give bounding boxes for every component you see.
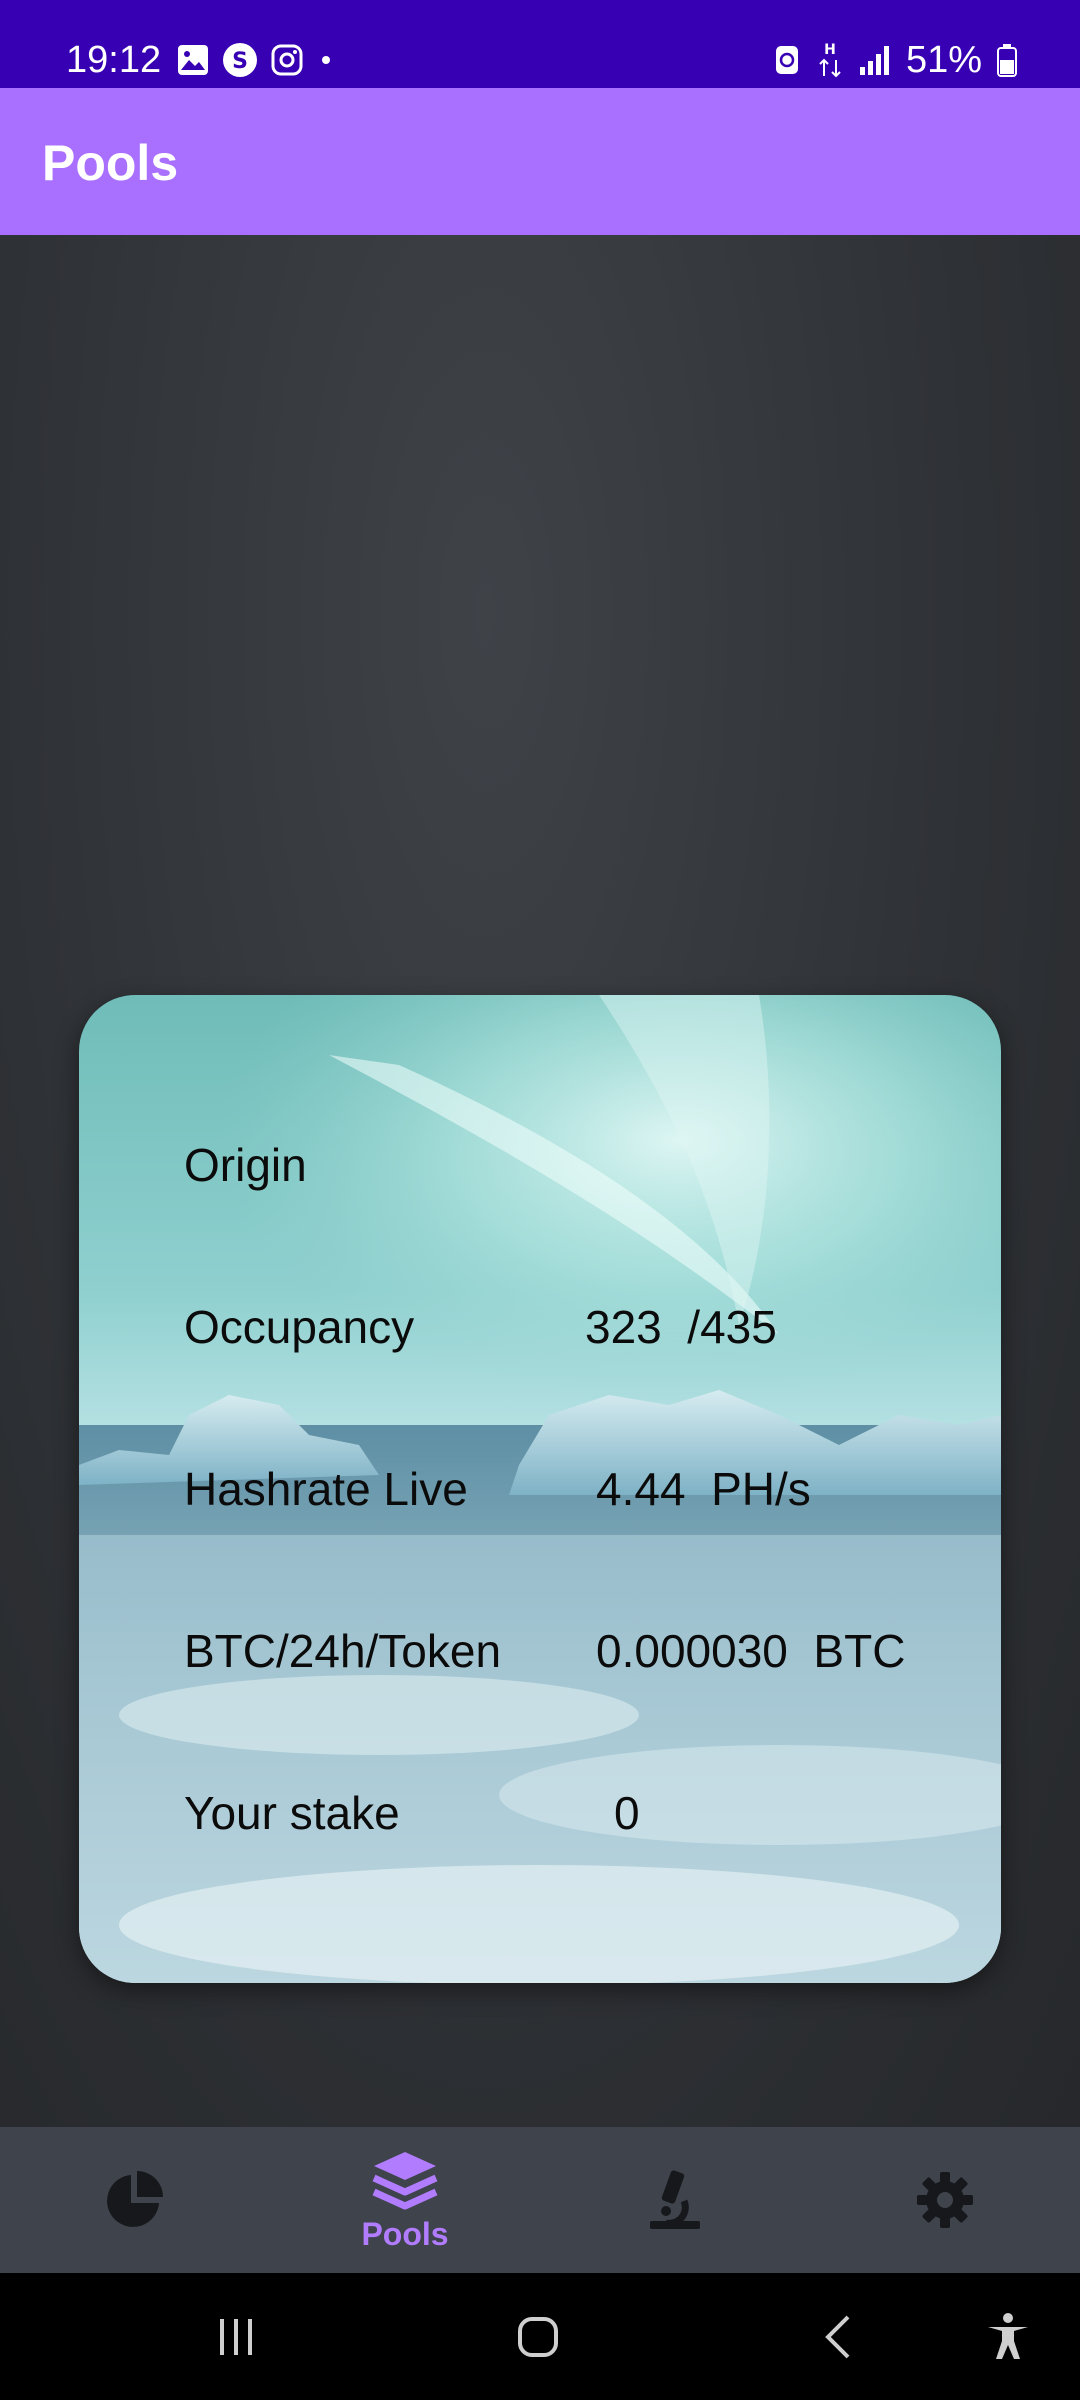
row-occupancy: Occupancy 323 /435 (184, 1297, 984, 1357)
app-bar: Pools (0, 88, 1080, 235)
instagram-icon (271, 44, 303, 76)
hplus-signal-icon: H (819, 42, 841, 78)
dot-icon (322, 56, 330, 64)
status-time: 19:12 (66, 39, 162, 81)
occupancy-label: Occupancy (184, 1301, 415, 1353)
occupancy-value: 323 /435 (585, 1301, 777, 1353)
nav-item-pools[interactable]: Pools (305, 2127, 505, 2273)
home-icon (518, 2317, 558, 2357)
layers-icon (372, 2152, 438, 2210)
nav-item-portfolio[interactable] (34, 2127, 234, 2273)
home-button[interactable] (498, 2297, 578, 2377)
your-stake-label: Your stake (184, 1787, 400, 1839)
status-system-icons: H 51% (772, 38, 1018, 82)
gear-icon (917, 2172, 973, 2228)
system-navigation-bar (0, 2273, 1080, 2400)
nav-item-settings[interactable] (845, 2127, 1045, 2273)
hashrate-value: 4.44 PH/s (596, 1463, 811, 1515)
cell-signal-icon (859, 46, 889, 75)
row-your-stake: Your stake 0 (184, 1783, 984, 1843)
btc-per-token-label: BTC/24h/Token (184, 1625, 502, 1677)
recents-icon (220, 2319, 252, 2355)
row-origin: Origin (184, 1135, 984, 1195)
gallery-icon (178, 45, 208, 75)
accessibility-button[interactable] (968, 2297, 1048, 2377)
svg-text:H: H (824, 42, 836, 58)
svg-text:S: S (232, 49, 248, 74)
main-content: Origin Occupancy 323 /435 Hashrate Live … (0, 235, 1080, 2127)
pool-card[interactable]: Origin Occupancy 323 /435 Hashrate Live … (79, 995, 1001, 1983)
status-notification-icons: S (176, 42, 336, 78)
pie-chart-icon (107, 2171, 163, 2227)
threads-icon: S (223, 43, 257, 77)
battery-icon (997, 44, 1017, 77)
page-title: Pools (42, 135, 179, 191)
row-btc-per-token: BTC/24h/Token 0.000030 BTC (184, 1621, 984, 1681)
nav-item-research[interactable] (574, 2127, 774, 2273)
nav-item-label: Pools (361, 2216, 449, 2252)
origin-label: Origin (184, 1139, 307, 1191)
microscope-icon (650, 2170, 700, 2229)
row-hashrate: Hashrate Live 4.44 PH/s (184, 1459, 984, 1519)
data-saver-icon (775, 46, 798, 74)
recents-button[interactable] (196, 2297, 276, 2377)
battery-percent: 51% (905, 39, 982, 81)
your-stake-value: 0 (614, 1787, 640, 1839)
accessibility-icon (988, 2313, 1028, 2359)
bottom-navigation: Pools (0, 2127, 1080, 2273)
hashrate-label: Hashrate Live (184, 1463, 468, 1515)
status-bar: 19:12 S H 51% (0, 0, 1080, 88)
back-button[interactable] (800, 2297, 880, 2377)
btc-per-token-value: 0.000030 BTC (596, 1625, 906, 1677)
back-icon (825, 2315, 850, 2359)
